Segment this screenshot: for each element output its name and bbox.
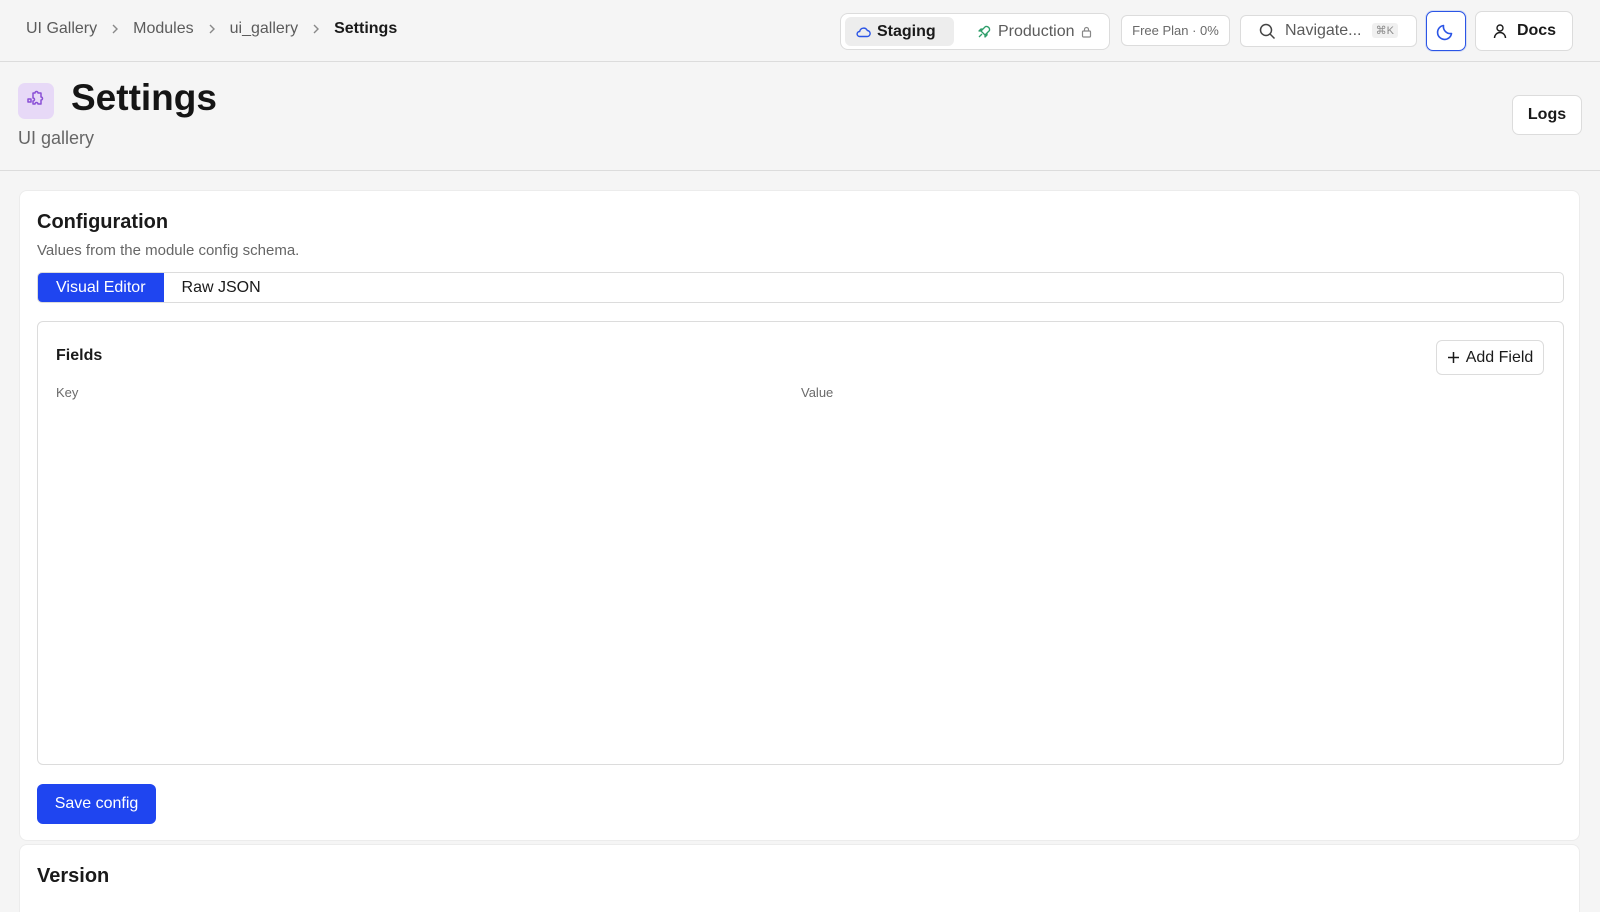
search-icon: [1259, 23, 1276, 39]
page-subtitle: UI gallery: [18, 128, 95, 148]
version-title: Version: [37, 865, 110, 887]
column-header-value: Value: [801, 385, 834, 400]
docs-label: Docs: [1516, 22, 1557, 39]
docs-button[interactable]: Docs: [1475, 11, 1573, 51]
rocket-icon: [978, 25, 991, 38]
configuration-title: Configuration: [37, 211, 169, 233]
editor-tabs: Visual Editor Raw JSON: [37, 272, 1564, 303]
tab-raw-json[interactable]: Raw JSON: [164, 273, 279, 302]
env-production-button[interactable]: Production: [966, 17, 1106, 46]
add-field-button[interactable]: Add Field: [1436, 340, 1544, 375]
navigate-shortcut: ⌘K: [1371, 23, 1398, 38]
navigate-search[interactable]: Navigate... ⌘K: [1240, 15, 1417, 47]
configuration-description: Values from the module config schema.: [37, 242, 300, 259]
plan-badge[interactable]: Free Plan · 0%: [1121, 15, 1230, 46]
fields-panel: Fields Add Field Key Value: [37, 321, 1564, 765]
env-staging-button[interactable]: Staging: [845, 17, 954, 46]
navigate-placeholder: Navigate...: [1285, 22, 1362, 39]
column-header-key: Key: [56, 385, 79, 400]
plus-icon: [1447, 352, 1459, 363]
logs-button[interactable]: Logs: [1512, 95, 1582, 135]
version-card: Version: [19, 844, 1580, 912]
breadcrumb: UI Gallery Modules ui_gallery Settings: [26, 20, 397, 38]
env-production-label: Production: [998, 22, 1075, 40]
breadcrumb-current: Settings: [334, 20, 398, 37]
lock-icon: [1081, 26, 1091, 38]
breadcrumb-item-modules[interactable]: Modules: [133, 20, 193, 38]
chevron-right-icon: [204, 21, 220, 37]
chevron-right-icon: [308, 21, 324, 37]
moon-icon: [1436, 24, 1453, 41]
env-staging-label: Staging: [877, 22, 936, 40]
puzzle-icon: [18, 83, 54, 119]
top-bar: UI Gallery Modules ui_gallery Settings S…: [0, 0, 1600, 62]
chevron-right-icon: [107, 21, 123, 37]
page-title: Settings: [71, 77, 217, 118]
environment-switcher: Staging Production: [840, 13, 1110, 50]
cloud-icon: [856, 26, 871, 37]
user-icon: [1493, 24, 1507, 39]
page-header: Settings UI gallery Logs: [0, 62, 1600, 171]
theme-toggle-button[interactable]: [1426, 11, 1466, 51]
fields-title: Fields: [56, 347, 103, 364]
breadcrumb-item-ui-gallery[interactable]: UI Gallery: [26, 20, 97, 38]
add-field-label: Add Field: [1465, 348, 1534, 366]
breadcrumb-item-ui-gallery-module[interactable]: ui_gallery: [230, 20, 298, 38]
tab-visual-editor[interactable]: Visual Editor: [38, 273, 164, 302]
configuration-card: Configuration Values from the module con…: [19, 190, 1580, 841]
save-config-button[interactable]: Save config: [37, 784, 156, 824]
